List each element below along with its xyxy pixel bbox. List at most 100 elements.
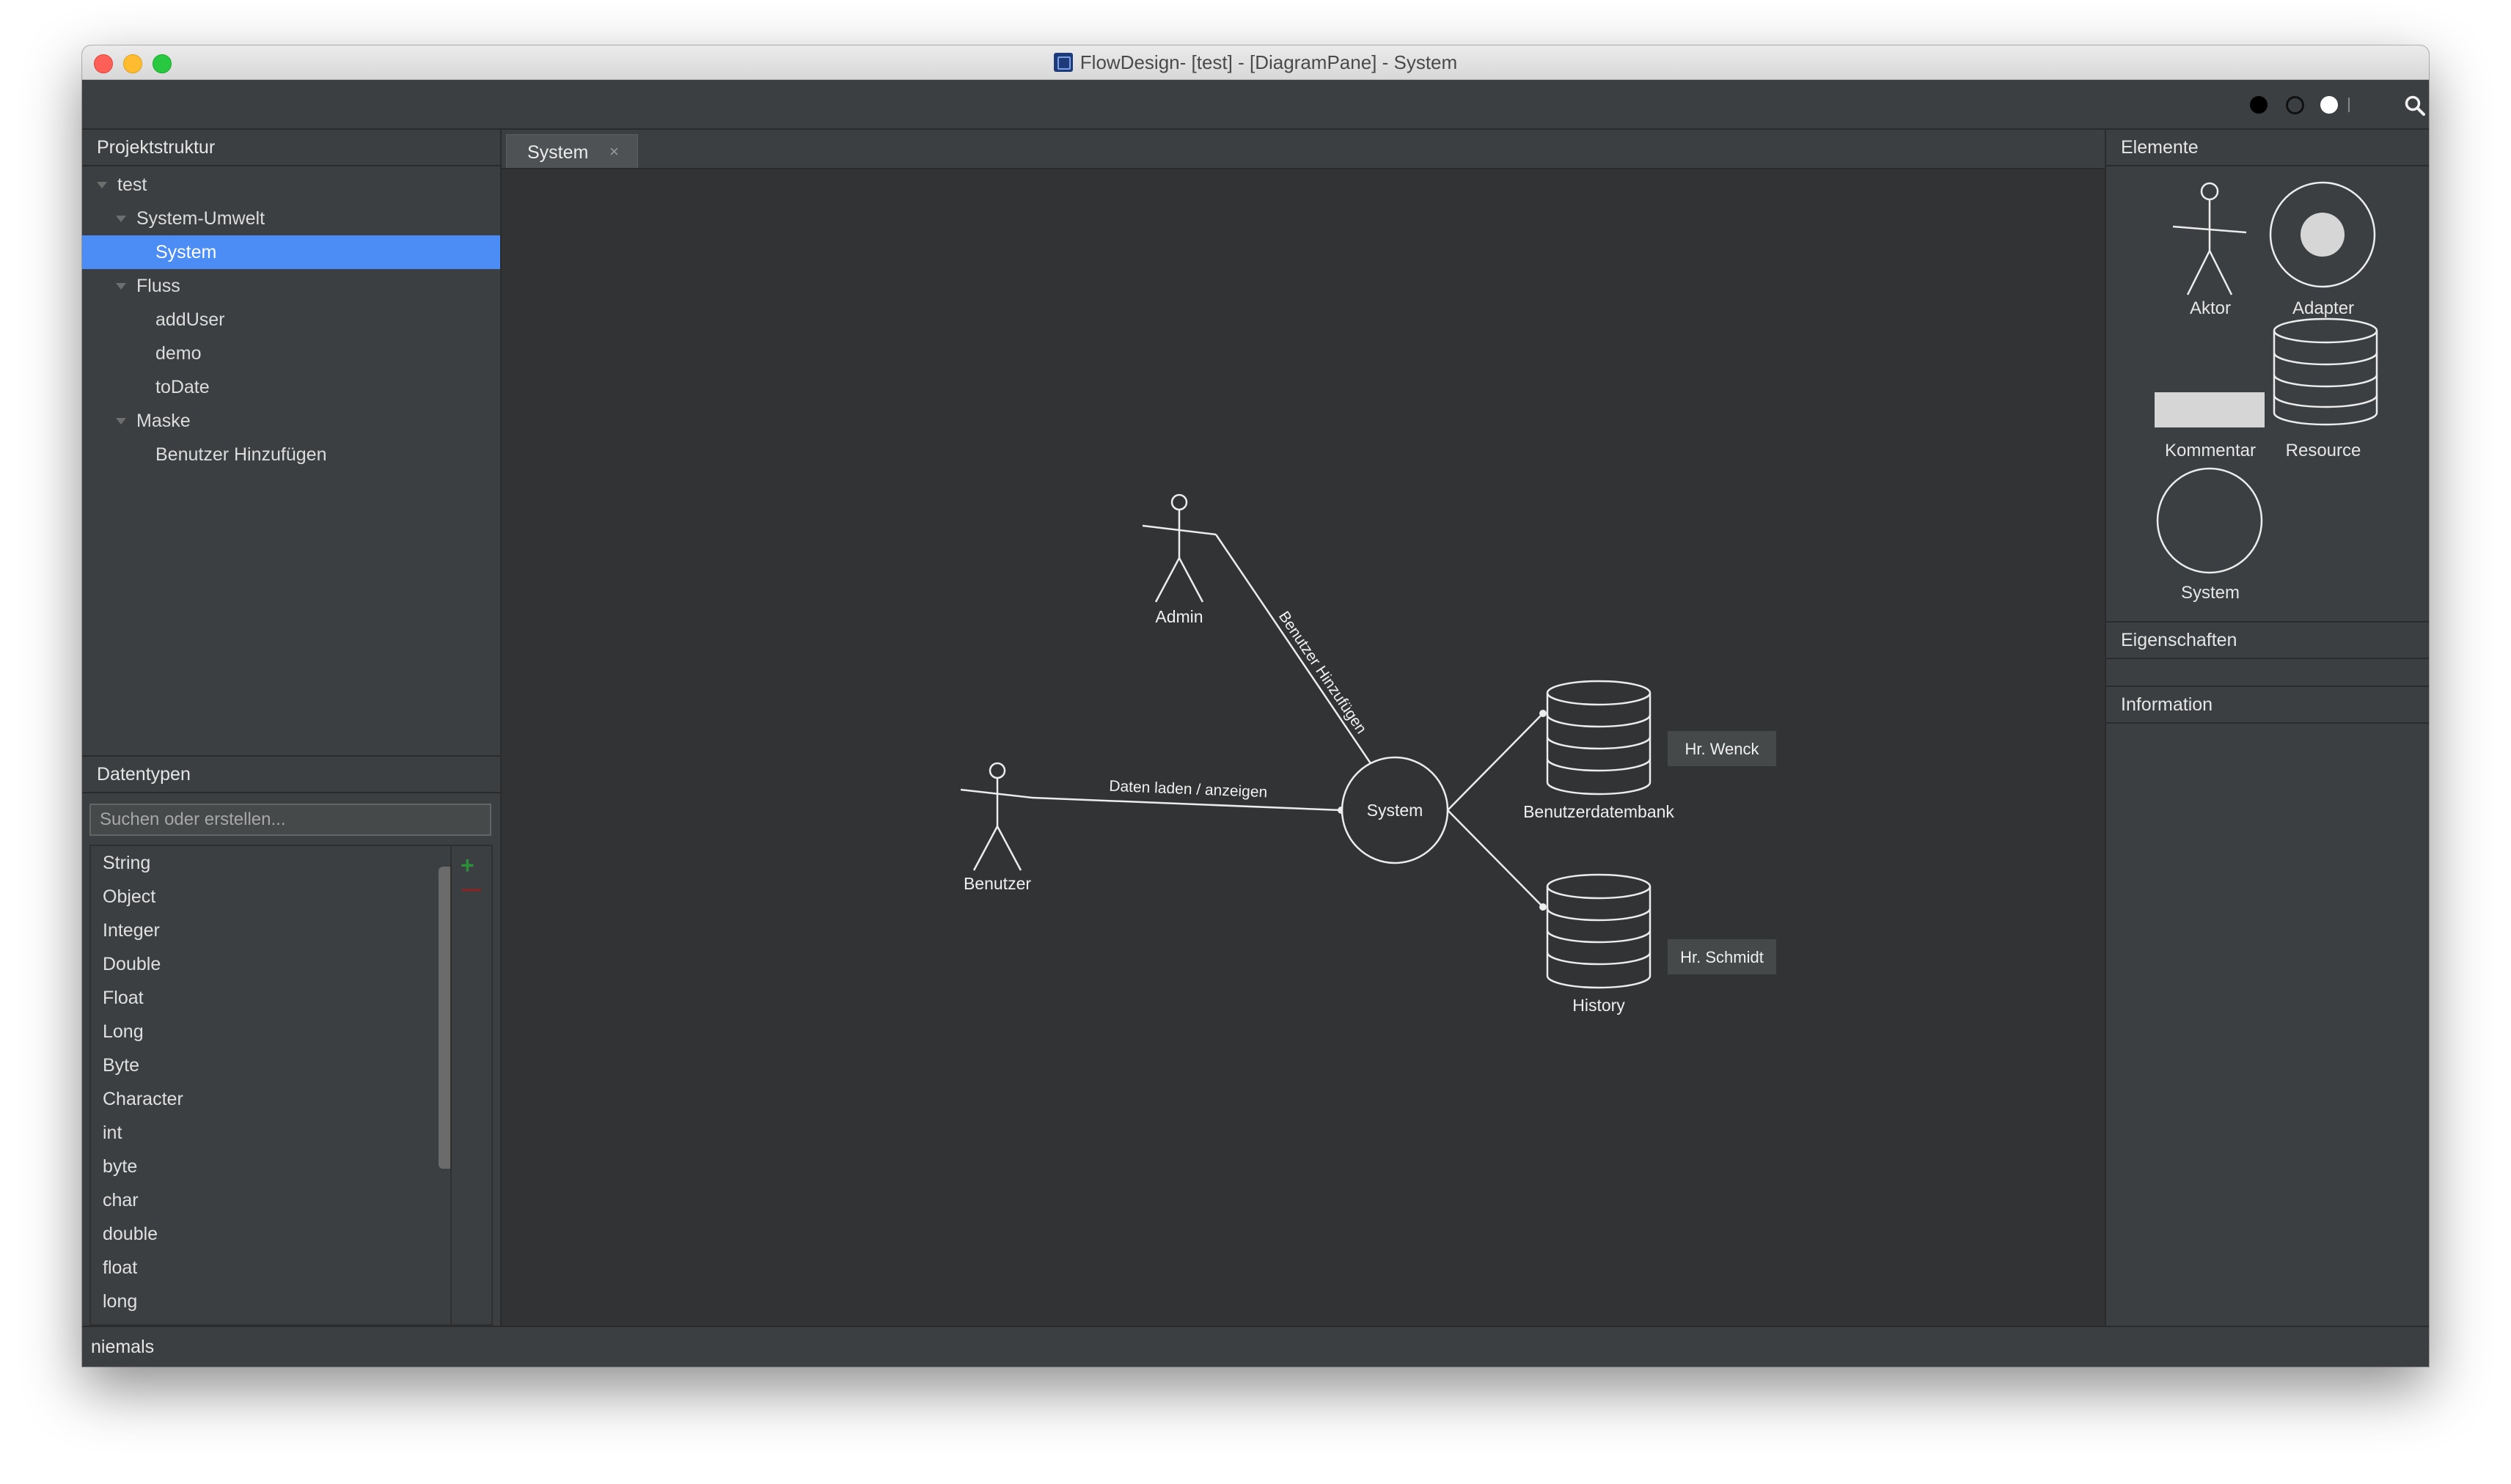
edge-benutzer-system[interactable] (1032, 796, 1342, 812)
properties-body (2106, 659, 2429, 687)
chevron-down-icon[interactable] (116, 418, 126, 425)
window-title: FlowDesign- [test] - [DiagramPane] - Sys… (1079, 51, 1458, 73)
resource-db2[interactable] (1546, 873, 1652, 989)
list-item[interactable]: int (91, 1116, 450, 1150)
elements-header: Elemente (2106, 130, 2429, 166)
comment-wenck-label: Hr. Wenck (1685, 740, 1759, 758)
right-sidebar: Elemente Aktor Adapter Kommentar Resourc… (2106, 130, 2429, 1326)
datatype-list: String Object Integer Double Float Long … (89, 845, 452, 1326)
status-bar: niemals (82, 1326, 2429, 1367)
tree-item-test[interactable]: test (82, 168, 500, 202)
comment-palette-icon[interactable] (2155, 392, 2265, 427)
edge-system-db1[interactable] (1447, 713, 1544, 811)
datatype-search-input[interactable] (89, 804, 491, 836)
close-icon[interactable]: × (609, 142, 619, 161)
actor-palette-icon[interactable] (2169, 181, 2250, 298)
list-item[interactable]: String (91, 846, 450, 880)
chevron-down-icon[interactable] (116, 216, 126, 222)
tree-item-demo[interactable]: demo (82, 337, 500, 370)
list-item[interactable]: double (91, 1217, 450, 1251)
resource-db2-label: History (1572, 996, 1625, 1015)
tree-item-label: Maske (136, 411, 191, 431)
tree-item-maske[interactable]: Maske (82, 404, 500, 438)
app-icon (1053, 53, 1073, 72)
edge-admin-system[interactable] (1214, 534, 1396, 800)
chevron-down-icon[interactable] (97, 182, 107, 188)
list-item[interactable]: Double (91, 947, 450, 981)
datatype-list-actions: + (450, 845, 493, 1326)
project-structure-panel: Projektstruktur test System-Umwelt Syste… (82, 130, 502, 754)
tree-item-label: Fluss (136, 276, 180, 296)
tree-item-label: addUser (155, 309, 225, 330)
tree-item-system-umwelt[interactable]: System-Umwelt (82, 202, 500, 235)
list-item[interactable]: Long (91, 1015, 450, 1048)
tree-item-system[interactable]: System (82, 235, 500, 269)
edge-label-benutzer-hinzufuegen: Benutzer Hinzufügen (1275, 609, 1370, 737)
adapter-palette-icon[interactable] (2268, 180, 2378, 290)
search-icon[interactable] (2404, 95, 2426, 117)
system-node-label: System (1367, 801, 1423, 820)
comment-schmidt-label: Hr. Schmidt (1680, 948, 1764, 966)
tree-item-adduser[interactable]: addUser (82, 303, 500, 337)
properties-header: Eigenschaften (2106, 622, 2429, 659)
diagram-pane: System × Admin Benutzer Benutzer Hinzufü… (502, 130, 2106, 1326)
tree-item-benutzer-hinzufuegen[interactable]: Benutzer Hinzufügen (82, 438, 500, 471)
list-item[interactable]: long (91, 1285, 450, 1318)
remove-datatype-button[interactable] (462, 889, 481, 892)
theme-light-icon[interactable] (2320, 96, 2338, 114)
edge-system-db2[interactable] (1447, 809, 1544, 908)
list-item[interactable]: byte (91, 1150, 450, 1183)
tab-system[interactable]: System × (506, 134, 638, 168)
editor-tab-strip: System × (502, 130, 2105, 169)
list-item[interactable]: float (91, 1251, 450, 1285)
palette-label-system: System (2180, 583, 2240, 603)
list-item[interactable]: Object (91, 880, 450, 914)
diagram-svg: Admin Benutzer Benutzer Hinzufügen Daten… (960, 493, 1776, 1015)
diagram-canvas[interactable]: Admin Benutzer Benutzer Hinzufügen Daten… (502, 169, 2105, 1326)
list-item[interactable]: Byte (91, 1048, 450, 1082)
app-window: FlowDesign- [test] - [DiagramPane] - Sys… (82, 45, 2429, 1367)
toolbar-separator (2348, 98, 2350, 112)
palette-label-aktor: Aktor (2189, 298, 2231, 318)
project-structure-header: Projektstruktur (82, 130, 500, 166)
tree-item-todate[interactable]: toDate (82, 370, 500, 404)
project-tree: test System-Umwelt System Fluss addUser … (82, 166, 500, 471)
tab-label: System (527, 142, 589, 163)
elements-palette: Aktor Adapter Kommentar Resource System (2106, 166, 2429, 622)
list-item[interactable]: char (91, 1183, 450, 1217)
palette-label-resource: Resource (2285, 441, 2361, 460)
list-item[interactable]: Character (91, 1082, 450, 1116)
add-datatype-button[interactable]: + (461, 852, 474, 878)
resource-db1[interactable] (1546, 680, 1652, 796)
status-text: niemals (91, 1337, 155, 1357)
tree-item-label: demo (155, 343, 202, 364)
tree-item-label: System (155, 242, 217, 262)
title-bar: FlowDesign- [test] - [DiagramPane] - Sys… (82, 45, 2429, 80)
edge-label-daten-laden: Daten laden / anzeigen (1109, 778, 1268, 801)
tree-item-label: test (117, 175, 147, 195)
list-item[interactable]: Float (91, 981, 450, 1015)
resource-palette-icon[interactable] (2272, 317, 2379, 427)
datatypes-header: Datentypen (82, 757, 500, 793)
information-header: Information (2106, 687, 2429, 724)
datatypes-panel: Datentypen String Object Integer Double … (82, 755, 502, 1327)
title-wrap: FlowDesign- [test] - [DiagramPane] - Sys… (82, 45, 2429, 79)
palette-label-kommentar: Kommentar (2164, 441, 2257, 460)
tree-item-label: System-Umwelt (136, 208, 265, 229)
system-palette-icon[interactable] (2155, 466, 2265, 576)
edge-endpoint (1539, 710, 1547, 717)
tree-item-fluss[interactable]: Fluss (82, 269, 500, 303)
palette-label-adapter: Adapter (2292, 298, 2355, 318)
chevron-down-icon[interactable] (116, 283, 126, 290)
actor-benutzer-label: Benutzer (964, 874, 1031, 893)
actor-benutzer[interactable] (960, 762, 1033, 871)
actor-admin-label: Admin (1155, 607, 1203, 626)
tree-item-label: toDate (155, 377, 210, 397)
theme-dark-icon[interactable] (2250, 96, 2268, 114)
edge-endpoint (1539, 903, 1547, 911)
actor-admin[interactable] (1142, 493, 1217, 603)
list-item[interactable]: Integer (91, 914, 450, 947)
theme-outline-icon[interactable] (2286, 96, 2304, 114)
resource-db1-label: Benutzerdatembank (1523, 802, 1674, 821)
tree-item-label: Benutzer Hinzufügen (155, 444, 327, 465)
